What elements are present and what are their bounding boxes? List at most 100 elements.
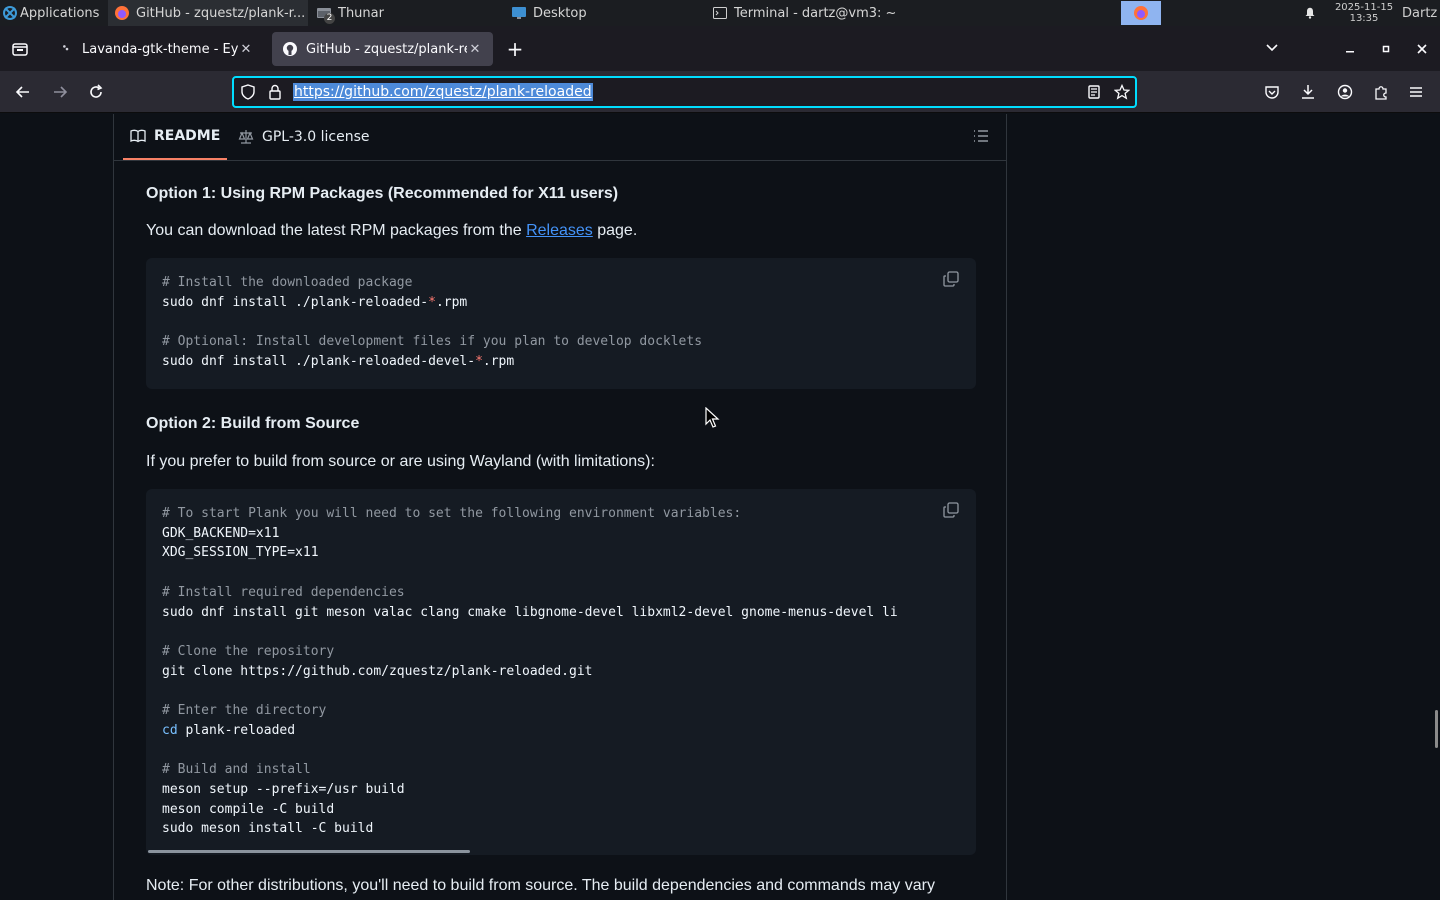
app-menu-button[interactable] xyxy=(1406,81,1426,103)
tab-github[interactable]: GitHub - zquestz/plank-reloaded ✕ xyxy=(272,32,493,66)
taskbar-thunar[interactable]: 2 Thunar xyxy=(310,0,500,26)
maximize-button[interactable] xyxy=(1376,39,1396,59)
loading-icon xyxy=(63,45,69,51)
code-token: * xyxy=(428,294,436,310)
tab-license-label: GPL-3.0 license xyxy=(262,129,370,145)
shield-icon[interactable] xyxy=(240,84,256,100)
pocket-button[interactable] xyxy=(1262,81,1282,103)
option1-text-after: page. xyxy=(592,222,638,239)
code-line: meson compile -C build xyxy=(162,801,334,819)
close-icon[interactable]: ✕ xyxy=(467,42,483,57)
notifications-button[interactable] xyxy=(1298,0,1322,26)
code-line: cd plank-reloaded xyxy=(162,722,295,740)
code-line: # Optional: Install development files if… xyxy=(162,333,702,351)
code-token: sudo dnf install ./plank-reloaded- xyxy=(162,294,429,310)
taskbar-terminal[interactable]: Terminal - dartz@vm3: ~ xyxy=(706,0,946,26)
plus-icon: + xyxy=(506,37,524,61)
code-line: meson setup --prefix=/usr build xyxy=(162,781,405,799)
taskbar-github[interactable]: GitHub - zquestz/plank-r... xyxy=(108,0,308,26)
code-token: # Clone the repository xyxy=(162,643,335,659)
code-token: # To start Plank you will need to set th… xyxy=(162,506,742,521)
code-line: sudo dnf install git meson valac clang c… xyxy=(162,604,898,622)
releases-link[interactable]: Releases xyxy=(526,222,593,239)
book-icon xyxy=(130,129,146,143)
puzzle-icon xyxy=(1375,86,1387,100)
close-window-icon xyxy=(1417,44,1427,54)
hamburger-icon xyxy=(1410,87,1422,97)
taskbar-desktop[interactable]: Desktop xyxy=(505,0,700,26)
tab-readme-label: README xyxy=(154,128,221,144)
clock[interactable]: 2025-11-15 13:35 xyxy=(1330,0,1398,26)
taskbar-desktop-label: Desktop xyxy=(533,5,587,21)
option2-heading: Option 2: Build from Source xyxy=(146,415,360,432)
code-line: git clone https://github.com/zquestz/pla… xyxy=(162,663,592,681)
tab-readme[interactable]: README xyxy=(123,114,228,160)
list-all-tabs-button[interactable] xyxy=(1262,38,1282,58)
navigation-toolbar: https://github.com/zquestz/plank-reloade… xyxy=(0,71,1440,113)
close-window-button[interactable] xyxy=(1412,39,1432,59)
thunar-badge: 2 xyxy=(324,13,335,24)
firefox-view-button[interactable] xyxy=(8,38,32,60)
tab-lavanda[interactable]: Lavanda-gtk-theme - Eye ✕ xyxy=(50,32,264,66)
code-line: # Enter the directory xyxy=(162,702,326,720)
taskbar-thunar-label: Thunar xyxy=(338,5,384,21)
code-token: # Install the downloaded package xyxy=(162,275,413,290)
minimize-button[interactable] xyxy=(1340,39,1360,59)
extensions-button[interactable] xyxy=(1371,81,1391,103)
taskbar-terminal-label: Terminal - dartz@vm3: ~ xyxy=(734,5,897,21)
code-line: GDK_BACKEND=x11 xyxy=(162,525,279,543)
code-token: sudo meson install -C build xyxy=(162,821,374,837)
code-token: # Enter the directory xyxy=(162,703,327,718)
option1-paragraph: You can download the latest RPM packages… xyxy=(146,222,637,240)
downloads-button[interactable] xyxy=(1298,81,1318,103)
github-icon xyxy=(283,42,297,56)
clock-date: 2025-11-15 xyxy=(1334,2,1394,13)
applications-label: Applications xyxy=(20,5,100,21)
chevron-down-icon xyxy=(1266,44,1278,52)
code-token: sudo dnf install git meson valac clang c… xyxy=(162,604,898,620)
back-button[interactable] xyxy=(12,81,34,103)
url-text[interactable]: https://github.com/zquestz/plank-reloade… xyxy=(293,83,593,101)
applications-menu[interactable]: Applications xyxy=(0,0,108,26)
reload-button[interactable] xyxy=(85,81,107,103)
firefox-view-icon xyxy=(12,43,28,56)
code-token: * xyxy=(475,354,483,370)
lock-icon[interactable] xyxy=(267,84,283,100)
code-token: cd xyxy=(162,722,178,738)
url-bar[interactable]: https://github.com/zquestz/plank-reloade… xyxy=(232,76,1137,108)
forward-button[interactable] xyxy=(49,81,71,103)
arrow-left-icon xyxy=(15,86,29,98)
code-line: XDG_SESSION_TYPE=x11 xyxy=(162,544,319,562)
xfce-logo-icon xyxy=(3,6,17,20)
code-line: # Clone the repository xyxy=(162,643,334,661)
code-token: # Install required dependencies xyxy=(162,584,405,600)
option1-text-before: You can download the latest RPM packages… xyxy=(146,222,527,239)
code-token: git clone https://github.com/zquestz/pla… xyxy=(162,663,593,679)
readme-header: README GPL-3.0 license xyxy=(114,114,1006,161)
code-token: # Optional: Install development files if… xyxy=(162,334,703,350)
page-scrollbar[interactable] xyxy=(1435,710,1438,748)
user-name: Dartz xyxy=(1402,5,1438,21)
reader-view-icon[interactable] xyxy=(1086,84,1102,100)
thunar-icon-wrap: 2 xyxy=(316,5,338,24)
code-token: # Build and install xyxy=(162,762,311,778)
horizontal-scrollbar[interactable] xyxy=(148,850,470,853)
close-icon[interactable]: ✕ xyxy=(238,42,254,57)
code-token: .rpm xyxy=(482,354,515,370)
copy-icon xyxy=(943,502,959,518)
firefox-launcher-icon xyxy=(1134,6,1148,20)
account-button[interactable] xyxy=(1335,81,1355,103)
user-menu[interactable]: Dartz xyxy=(1402,0,1440,26)
download-icon xyxy=(1302,85,1314,99)
tab-license[interactable]: GPL-3.0 license xyxy=(238,114,369,160)
outline-button[interactable] xyxy=(972,127,990,149)
new-tab-button[interactable]: + xyxy=(504,37,526,61)
copy-button[interactable] xyxy=(942,270,962,290)
code-line: sudo meson install -C build xyxy=(162,820,373,838)
code-token: .rpm xyxy=(435,294,468,310)
terminal-icon xyxy=(713,7,727,19)
tab-bar: Lavanda-gtk-theme - Eye ✕ GitHub - zques… xyxy=(0,26,1440,71)
star-icon[interactable] xyxy=(1114,84,1130,100)
copy-button[interactable] xyxy=(942,501,962,521)
firefox-launcher[interactable] xyxy=(1121,1,1161,25)
